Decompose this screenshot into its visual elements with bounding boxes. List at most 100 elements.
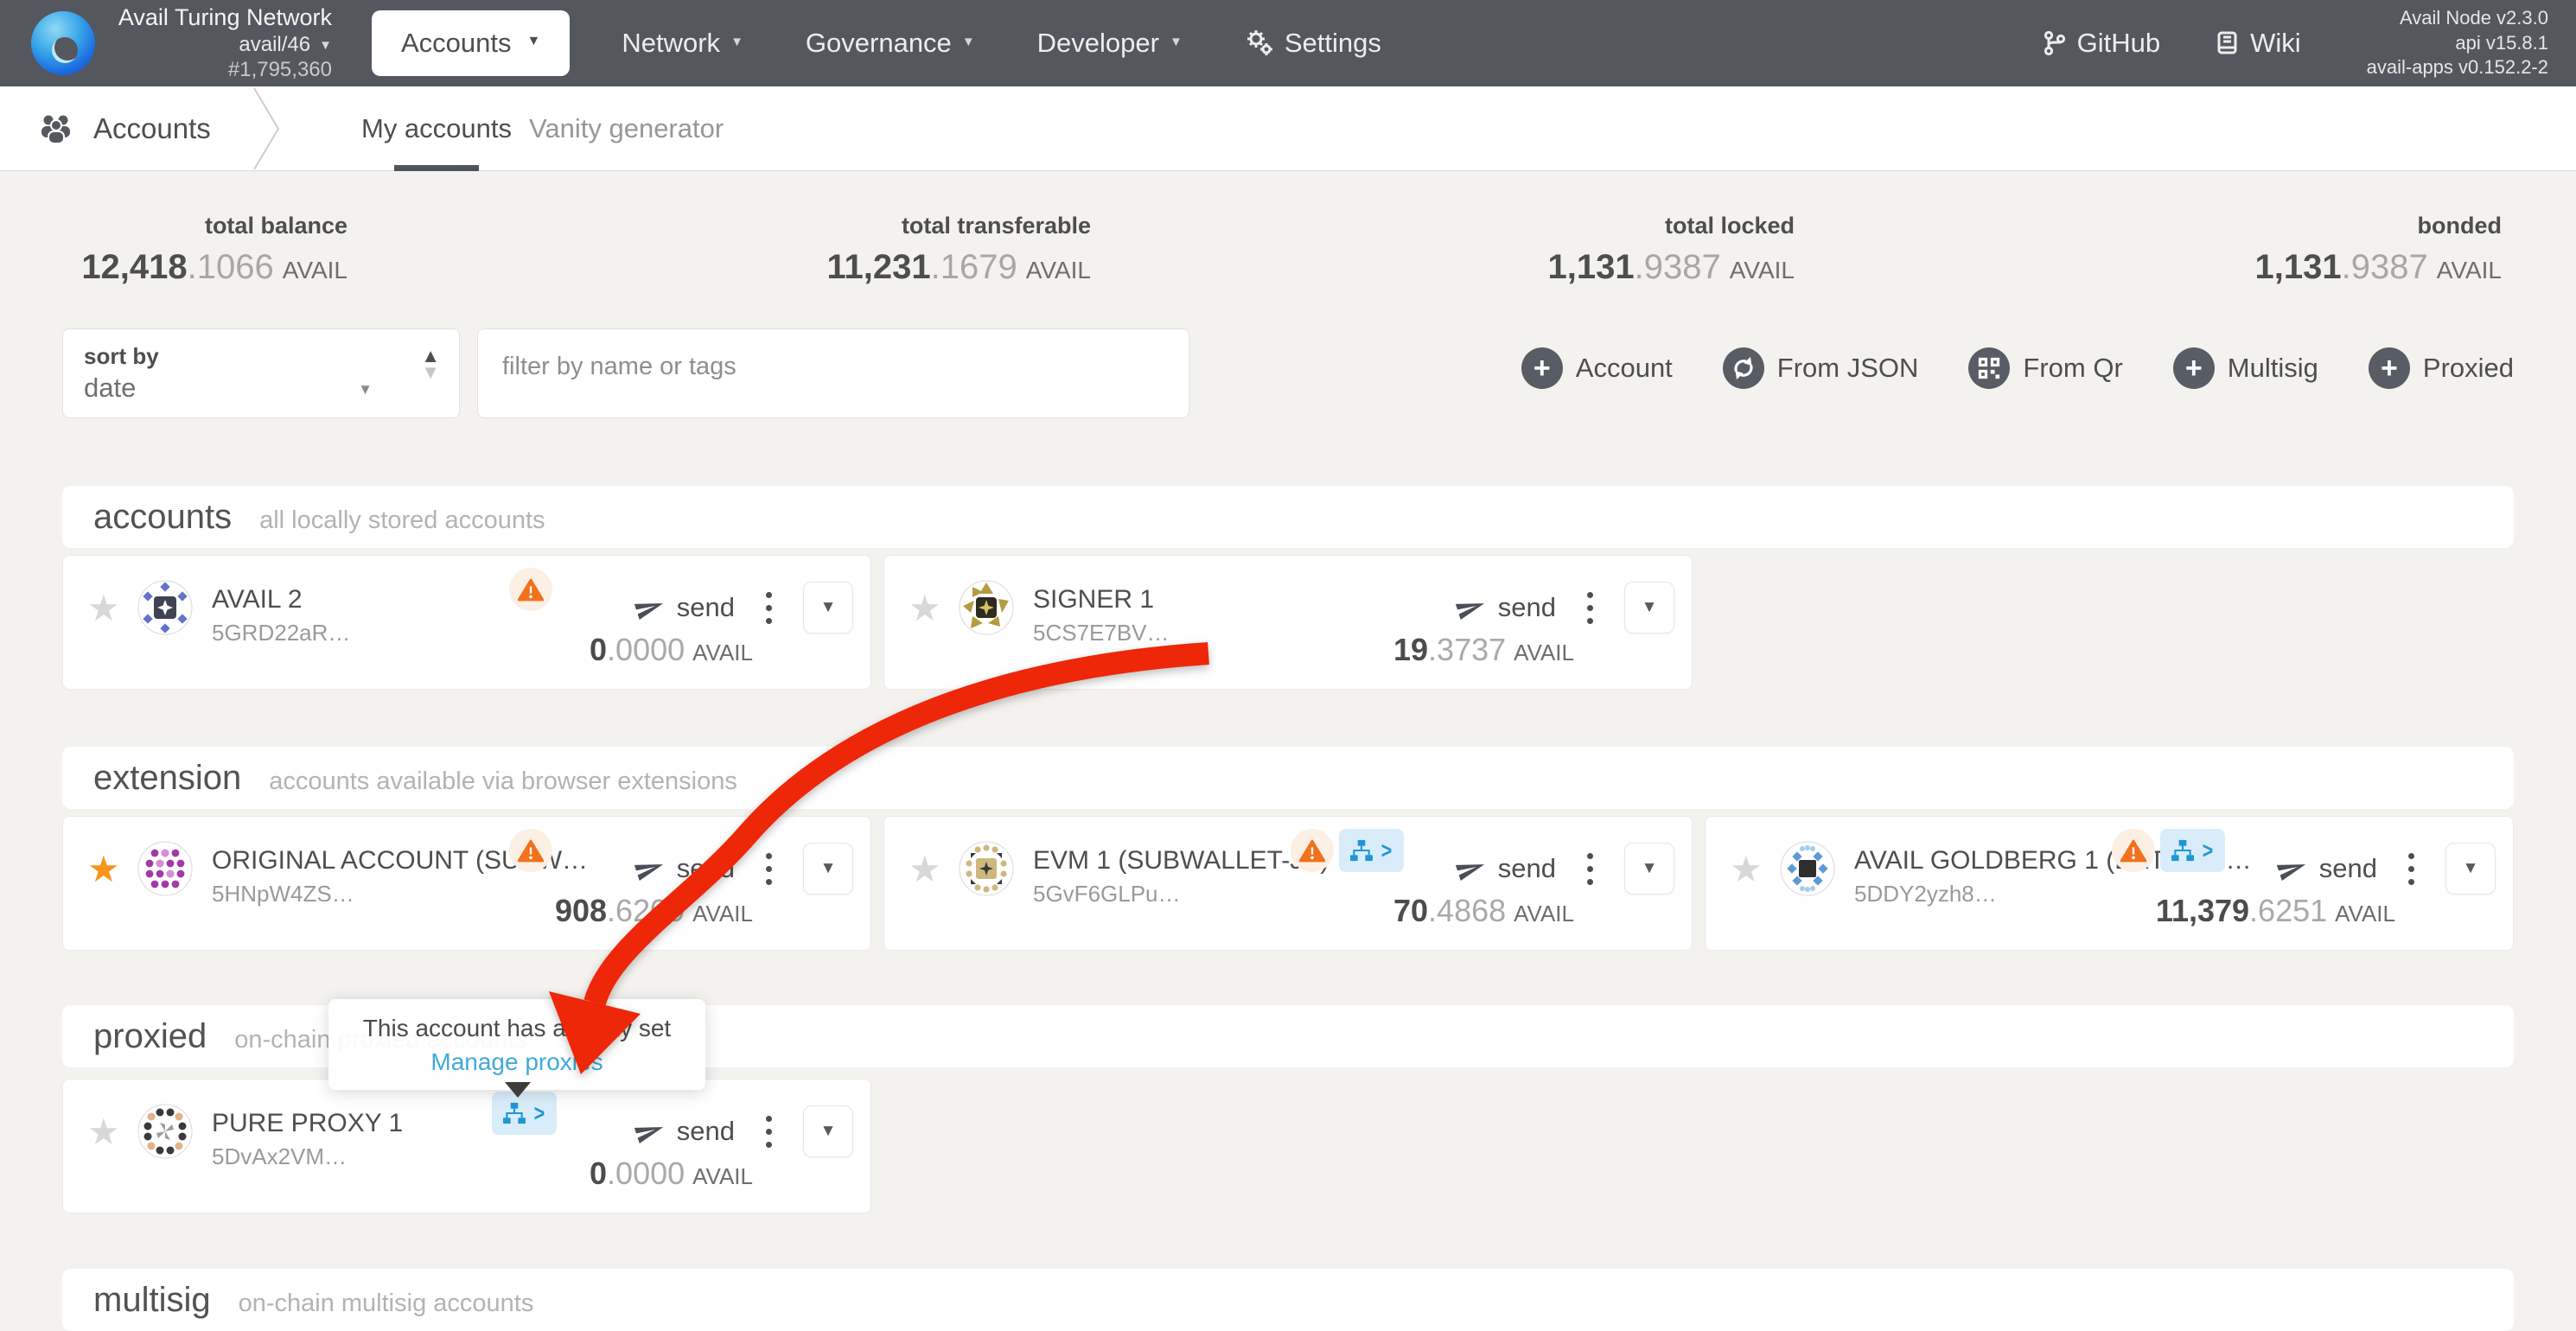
send-button[interactable]: send xyxy=(2278,853,2377,884)
avail-logo[interactable] xyxy=(31,11,95,75)
account-balance: 0.0000AVAIL xyxy=(590,1156,753,1192)
account-identicon[interactable] xyxy=(137,580,193,635)
warning-icon[interactable] xyxy=(1299,839,1325,863)
balance-int: 19 xyxy=(1393,632,1428,667)
expand-details-button[interactable]: ▼ xyxy=(2445,843,2496,895)
plus-icon: + xyxy=(1521,347,1563,389)
account-identicon[interactable] xyxy=(959,580,1014,635)
warning-halo xyxy=(509,829,552,872)
account-identicon[interactable] xyxy=(1780,841,1835,896)
more-menu-icon[interactable] xyxy=(762,585,775,631)
menu-developer-label: Developer xyxy=(1037,28,1159,59)
balance-int: 0 xyxy=(590,1156,607,1191)
gear-icon xyxy=(1245,29,1274,58)
tab-my-accounts-label: My accounts xyxy=(361,113,512,144)
add-via-qr-label: From Qr xyxy=(2023,353,2122,384)
account-identicon[interactable] xyxy=(959,841,1014,896)
account-address[interactable]: 5CS7E7BV… xyxy=(1033,620,1170,646)
summary-label: total balance xyxy=(81,213,348,239)
send-button[interactable]: send xyxy=(1457,853,1556,884)
send-button[interactable]: send xyxy=(635,592,735,623)
balance-dec: .4868 xyxy=(1428,893,1506,928)
menu-settings-label: Settings xyxy=(1285,28,1381,59)
more-menu-icon[interactable] xyxy=(1584,585,1597,631)
chevron-down-icon: ▼ xyxy=(527,34,541,49)
favorite-star-icon[interactable]: ★ xyxy=(87,1114,120,1150)
proxy-tooltip: This account has a proxy set Manage prox… xyxy=(328,999,705,1090)
more-menu-icon[interactable] xyxy=(1584,846,1597,892)
summary-dec: .1066 xyxy=(188,248,274,286)
tab-vanity-generator[interactable]: Vanity generator xyxy=(529,86,724,171)
favorite-star-icon[interactable]: ★ xyxy=(87,851,120,888)
tab-my-accounts[interactable]: My accounts xyxy=(361,86,512,171)
account-address[interactable]: 5DvAx2VM… xyxy=(212,1143,403,1170)
warning-icon[interactable] xyxy=(518,578,544,602)
send-button[interactable]: send xyxy=(1457,592,1556,623)
account-address[interactable]: 5GvF6GLPu… xyxy=(1033,881,1292,908)
account-identicon[interactable] xyxy=(137,1104,193,1159)
github-link[interactable]: GitHub xyxy=(2043,28,2160,59)
add-via-qr-button[interactable]: From Qr xyxy=(1968,347,2122,389)
balance-dec: .0000 xyxy=(607,1156,685,1191)
menu-accounts-label: Accounts xyxy=(401,28,512,59)
warning-icon[interactable] xyxy=(518,839,544,863)
menu-developer[interactable]: Developer ▼ xyxy=(1037,28,1183,59)
send-button[interactable]: send xyxy=(635,1116,735,1147)
add-account-button[interactable]: + Account xyxy=(1521,347,1673,389)
paper-plane-icon xyxy=(632,591,667,623)
account-address[interactable]: 5HNpW4ZS… xyxy=(212,881,471,908)
send-button[interactable]: send xyxy=(635,853,735,884)
favorite-star-icon[interactable]: ★ xyxy=(909,851,941,888)
plus-icon: + xyxy=(2369,347,2410,389)
add-multisig-button[interactable]: + Multisig xyxy=(2173,347,2318,389)
account-identicon[interactable] xyxy=(137,841,193,896)
restore-json-label: From JSON xyxy=(1777,353,1919,384)
favorite-star-icon[interactable]: ★ xyxy=(1730,851,1763,888)
github-label: GitHub xyxy=(2077,28,2160,59)
add-account-label: Account xyxy=(1576,353,1673,384)
breadcrumb-divider xyxy=(252,86,282,171)
proxy-badge[interactable]: > xyxy=(492,1092,557,1135)
more-menu-icon[interactable] xyxy=(762,1109,775,1155)
expand-details-button[interactable]: ▼ xyxy=(803,843,853,895)
node-version: Avail Node v2.3.0 xyxy=(2367,6,2548,31)
filter-input[interactable] xyxy=(478,329,1189,381)
menu-network[interactable]: Network ▼ xyxy=(622,28,743,59)
account-card-original-account: ★ ORIGINAL ACCOUNT (SUBW… 5HNpW4ZS… xyxy=(62,816,871,951)
paper-plane-icon xyxy=(1453,852,1489,884)
expand-details-button[interactable]: ▼ xyxy=(803,582,853,634)
warning-icon[interactable] xyxy=(2120,839,2146,863)
proxy-badge[interactable]: > xyxy=(2160,829,2225,872)
block-number: #1,795,360 xyxy=(116,57,332,82)
paper-plane-icon xyxy=(2274,852,2310,884)
expand-details-button[interactable]: ▼ xyxy=(1624,582,1674,634)
sort-direction-toggle[interactable]: ▲ ▼ xyxy=(421,348,440,380)
account-card-avail-2: ★ AVAIL 2 5GRD22aR… xyxy=(62,555,871,690)
summary-label: bonded xyxy=(2255,213,2502,239)
expand-details-button[interactable]: ▼ xyxy=(803,1105,853,1157)
section-tab-bar: Accounts My accounts Vanity generator xyxy=(0,86,2576,171)
sort-by-dropdown[interactable]: sort by date ▼ ▲ ▼ xyxy=(62,328,460,418)
favorite-star-icon[interactable]: ★ xyxy=(87,590,120,627)
more-menu-icon[interactable] xyxy=(762,846,775,892)
proxy-badge[interactable]: > xyxy=(1339,829,1404,872)
menu-settings[interactable]: Settings xyxy=(1245,28,1381,59)
restore-json-button[interactable]: From JSON xyxy=(1723,347,1919,389)
account-address[interactable]: 5GRD22aR… xyxy=(212,620,350,646)
add-proxied-button[interactable]: + Proxied xyxy=(2369,347,2514,389)
balance-unit: AVAIL xyxy=(1514,640,1574,666)
summary-int: 12,418 xyxy=(81,248,187,286)
send-label: send xyxy=(1498,853,1556,884)
balance-dec: .3737 xyxy=(1428,632,1506,667)
wiki-link[interactable]: Wiki xyxy=(2216,28,2301,59)
menu-governance[interactable]: Governance ▼ xyxy=(806,28,975,59)
section-title: multisig xyxy=(93,1281,211,1320)
account-balance: 908.6209AVAIL xyxy=(555,893,753,929)
account-address[interactable]: 5DDY2yzh8… xyxy=(1854,881,2114,908)
manage-proxies-link[interactable]: Manage proxies xyxy=(339,1048,695,1076)
more-menu-icon[interactable] xyxy=(2405,846,2418,892)
favorite-star-icon[interactable]: ★ xyxy=(909,590,941,627)
network-info[interactable]: Avail Turing Network avail/46▼ #1,795,36… xyxy=(116,3,332,82)
expand-details-button[interactable]: ▼ xyxy=(1624,843,1674,895)
menu-accounts[interactable]: Accounts ▼ xyxy=(372,10,570,76)
